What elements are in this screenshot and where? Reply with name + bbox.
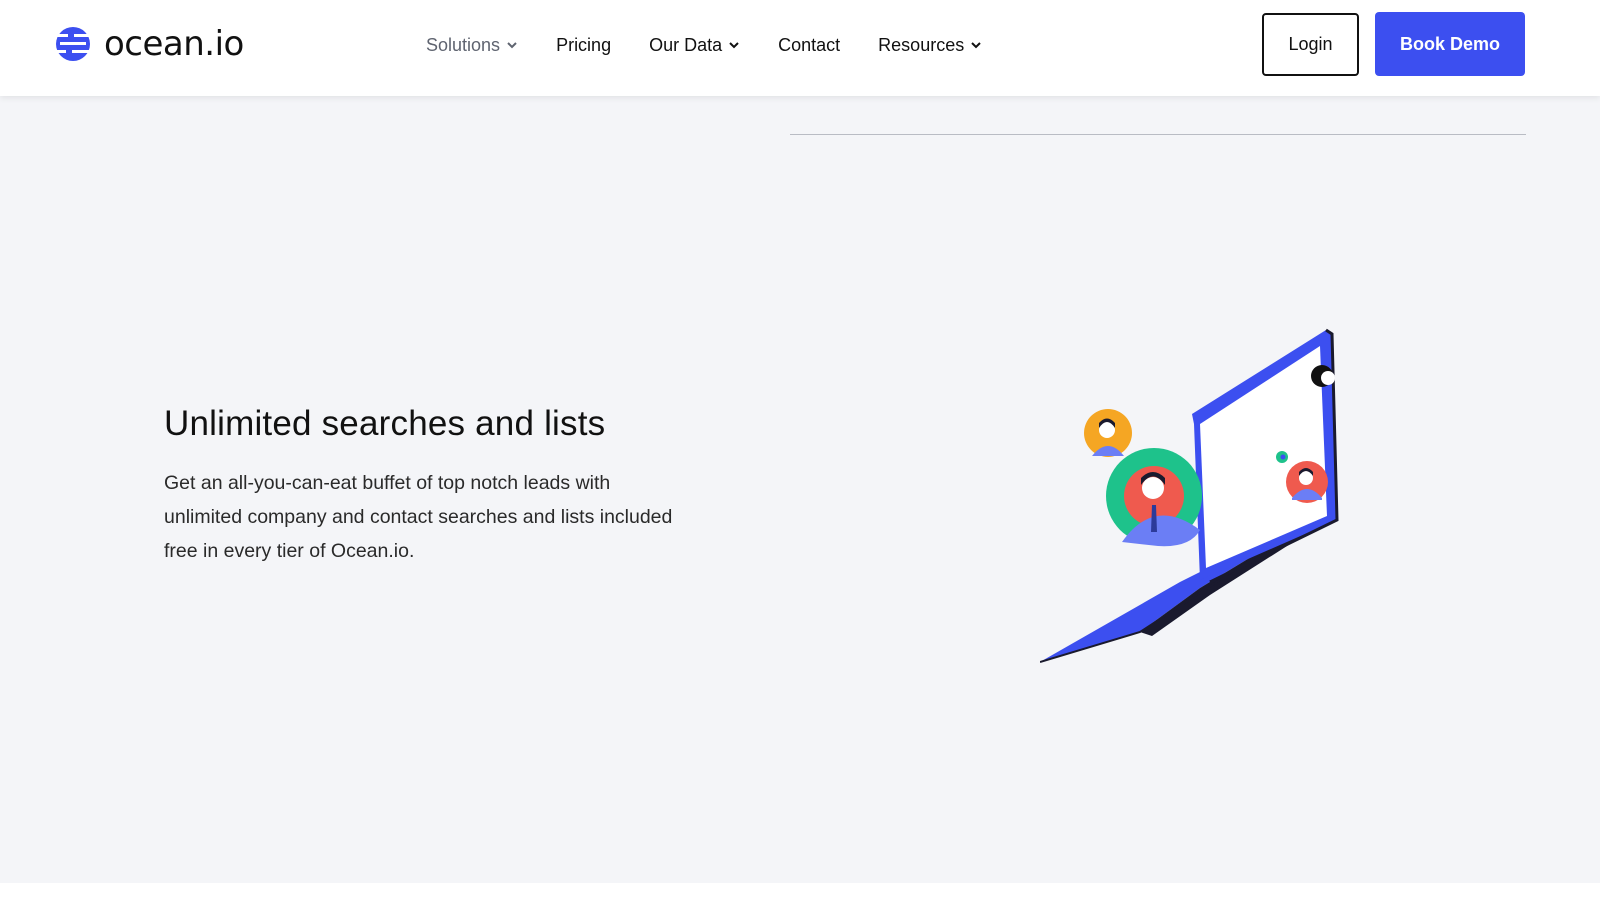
nav-item-contact[interactable]: Contact [778,35,840,56]
site-header: ocean.io Solutions Pricing Our Data Cont… [0,0,1600,96]
laptop-contacts-illustration [1040,328,1339,663]
ocean-logo-icon [54,27,92,61]
section-bottom-edge [0,883,1600,900]
chevron-down-icon [729,42,739,49]
feature-section: Unlimited searches and lists Get an all-… [0,96,1600,883]
nav-item-solutions[interactable]: Solutions [426,35,518,56]
nav-item-label: Our Data [649,34,723,55]
main-nav: Solutions Pricing Our Data Contact Resou… [426,30,1020,60]
chevron-down-icon [971,42,981,49]
nav-item-pricing[interactable]: Pricing [556,35,611,56]
feature-title: Unlimited searches and lists [164,404,606,443]
book-demo-button[interactable]: Book Demo [1375,12,1525,76]
chevron-down-icon [507,42,517,49]
logo[interactable]: ocean.io [54,24,244,64]
feature-copy: Unlimited searches and lists Get an all-… [164,404,684,568]
logo-wordmark: ocean.io [104,24,244,64]
nav-item-label: Solutions [426,34,501,55]
nav-item-label: Resources [878,34,965,55]
nav-item-label: Contact [778,34,841,55]
section-divider [790,134,1526,135]
nav-item-label: Pricing [556,34,612,55]
login-button[interactable]: Login [1262,13,1359,76]
nav-item-resources[interactable]: Resources [878,35,982,56]
feature-description: Get an all-you-can-eat buffet of top not… [164,472,673,562]
nav-item-our-data[interactable]: Our Data [649,35,740,56]
